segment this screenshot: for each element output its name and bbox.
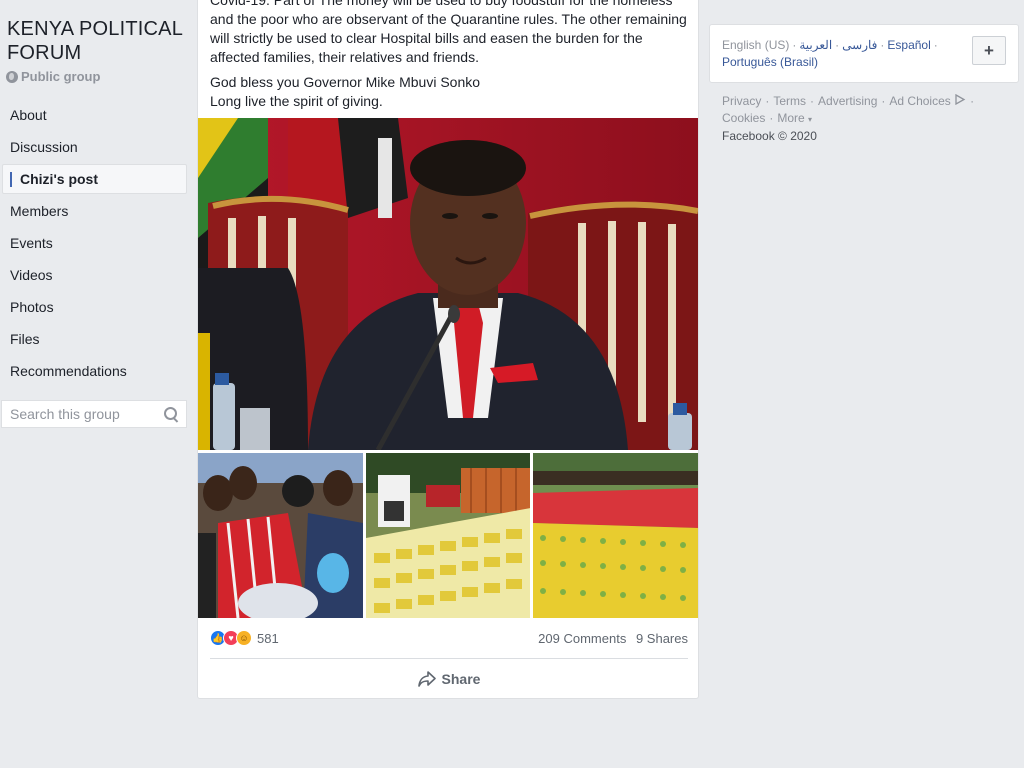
footer-link-ad-choices[interactable]: Ad Choices bbox=[889, 93, 966, 108]
separator-dot: · bbox=[881, 94, 886, 108]
separator-dot: · bbox=[835, 38, 840, 52]
engagement-counts: 209 Comments 9 Shares bbox=[532, 631, 688, 646]
post-text: Covid-19. Part of The money will be used… bbox=[210, 0, 688, 111]
add-language-button[interactable]: + bbox=[972, 36, 1006, 65]
footer-links: Privacy · Terms · Advertising · Ad Choices · C… bbox=[709, 93, 999, 145]
footer-link-privacy[interactable]: Privacy bbox=[722, 94, 761, 108]
group-nav: About Discussion Chizi's post Members Ev… bbox=[2, 100, 187, 388]
nav-item-videos[interactable]: Videos bbox=[2, 260, 187, 290]
shares-count-link[interactable]: 9 Shares bbox=[636, 631, 688, 646]
reactions-row: 👍 ♥ ☺ 581 209 Comments 9 Shares bbox=[210, 628, 688, 648]
language-selector: English (US) · فارسی·العربية · Español · Portu… bbox=[709, 24, 1019, 83]
action-divider bbox=[210, 658, 688, 659]
language-link-farsi[interactable]: فارسی bbox=[842, 38, 877, 52]
language-link-spanish[interactable]: Español bbox=[887, 38, 930, 52]
nav-item-members[interactable]: Members bbox=[2, 196, 187, 226]
more-label: More bbox=[777, 111, 805, 125]
caret-down-icon: ▾ bbox=[808, 115, 813, 124]
language-link-portuguese[interactable]: Português (Brasil) bbox=[722, 55, 818, 69]
nav-item-photos[interactable]: Photos bbox=[2, 292, 187, 322]
group-search-input[interactable] bbox=[10, 406, 158, 422]
separator-dot: · bbox=[970, 94, 975, 108]
nav-item-chizis-post[interactable]: Chizi's post bbox=[2, 164, 187, 194]
nav-item-files[interactable]: Files bbox=[2, 324, 187, 354]
footer-link-advertising[interactable]: Advertising bbox=[818, 94, 877, 108]
current-language: English (US) bbox=[722, 38, 790, 52]
main-photo[interactable] bbox=[198, 118, 698, 450]
separator-dot: · bbox=[765, 94, 770, 108]
separator-dot: · bbox=[769, 111, 774, 125]
group-search bbox=[1, 400, 187, 428]
group-privacy: Public group bbox=[6, 69, 100, 84]
main-photo-image bbox=[198, 118, 698, 450]
post-line: Long live the spirit of giving. bbox=[210, 93, 383, 109]
copyright: Facebook © 2020 bbox=[722, 129, 817, 143]
thumbnail-photo[interactable] bbox=[533, 453, 699, 618]
comments-count-link[interactable]: 209 Comments bbox=[538, 631, 626, 646]
footer-link-more[interactable]: More ▾ bbox=[777, 111, 812, 125]
thumbnail-cooking-oil-image bbox=[533, 453, 699, 618]
separator-dot: · bbox=[792, 38, 797, 52]
footer-link-cookies[interactable]: Cookies bbox=[722, 111, 765, 125]
nav-item-discussion[interactable]: Discussion bbox=[2, 132, 187, 162]
search-icon[interactable] bbox=[162, 405, 180, 423]
post-paragraph: Covid-19. Part of The money will be used… bbox=[210, 0, 687, 65]
thumbnail-photo[interactable] bbox=[198, 453, 363, 618]
reaction-count[interactable]: 581 bbox=[257, 631, 279, 646]
right-column: English (US) · فارسی·العربية · Español · Portu… bbox=[709, 24, 1019, 145]
group-privacy-label: Public group bbox=[21, 69, 101, 84]
share-button[interactable]: Share bbox=[210, 666, 688, 692]
language-link-arabic[interactable]: العربية bbox=[799, 38, 832, 52]
nav-item-about[interactable]: About bbox=[2, 100, 187, 130]
separator-dot: · bbox=[810, 94, 815, 108]
post-line: God bless you Governor Mike Mbuvi Sonko bbox=[210, 74, 481, 90]
post-card: Covid-19. Part of The money will be used… bbox=[197, 0, 699, 699]
ad-choices-label: Ad Choices bbox=[889, 94, 951, 108]
thumbnail-photo[interactable] bbox=[365, 453, 531, 618]
globe-icon bbox=[6, 70, 18, 83]
separator-dot: · bbox=[880, 38, 885, 52]
haha-reaction-icon: ☺ bbox=[236, 630, 252, 646]
group-title[interactable]: KENYA POLITICAL FORUM bbox=[7, 17, 187, 65]
thumbnail-foodstuff-image bbox=[365, 453, 531, 618]
share-icon bbox=[417, 671, 436, 687]
ad-choices-icon bbox=[955, 93, 966, 106]
nav-item-events[interactable]: Events bbox=[2, 228, 187, 258]
photo-thumbnails bbox=[198, 453, 699, 618]
footer-link-terms[interactable]: Terms bbox=[773, 94, 806, 108]
share-label: Share bbox=[441, 671, 481, 687]
thumbnail-crowd-image bbox=[198, 453, 363, 618]
language-list: English (US) · فارسی·العربية · Español · Portu… bbox=[722, 37, 952, 71]
nav-item-recommendations[interactable]: Recommendations bbox=[2, 356, 187, 386]
separator-dot: · bbox=[933, 38, 938, 52]
reaction-summary[interactable]: 👍 ♥ ☺ 581 bbox=[210, 630, 279, 646]
